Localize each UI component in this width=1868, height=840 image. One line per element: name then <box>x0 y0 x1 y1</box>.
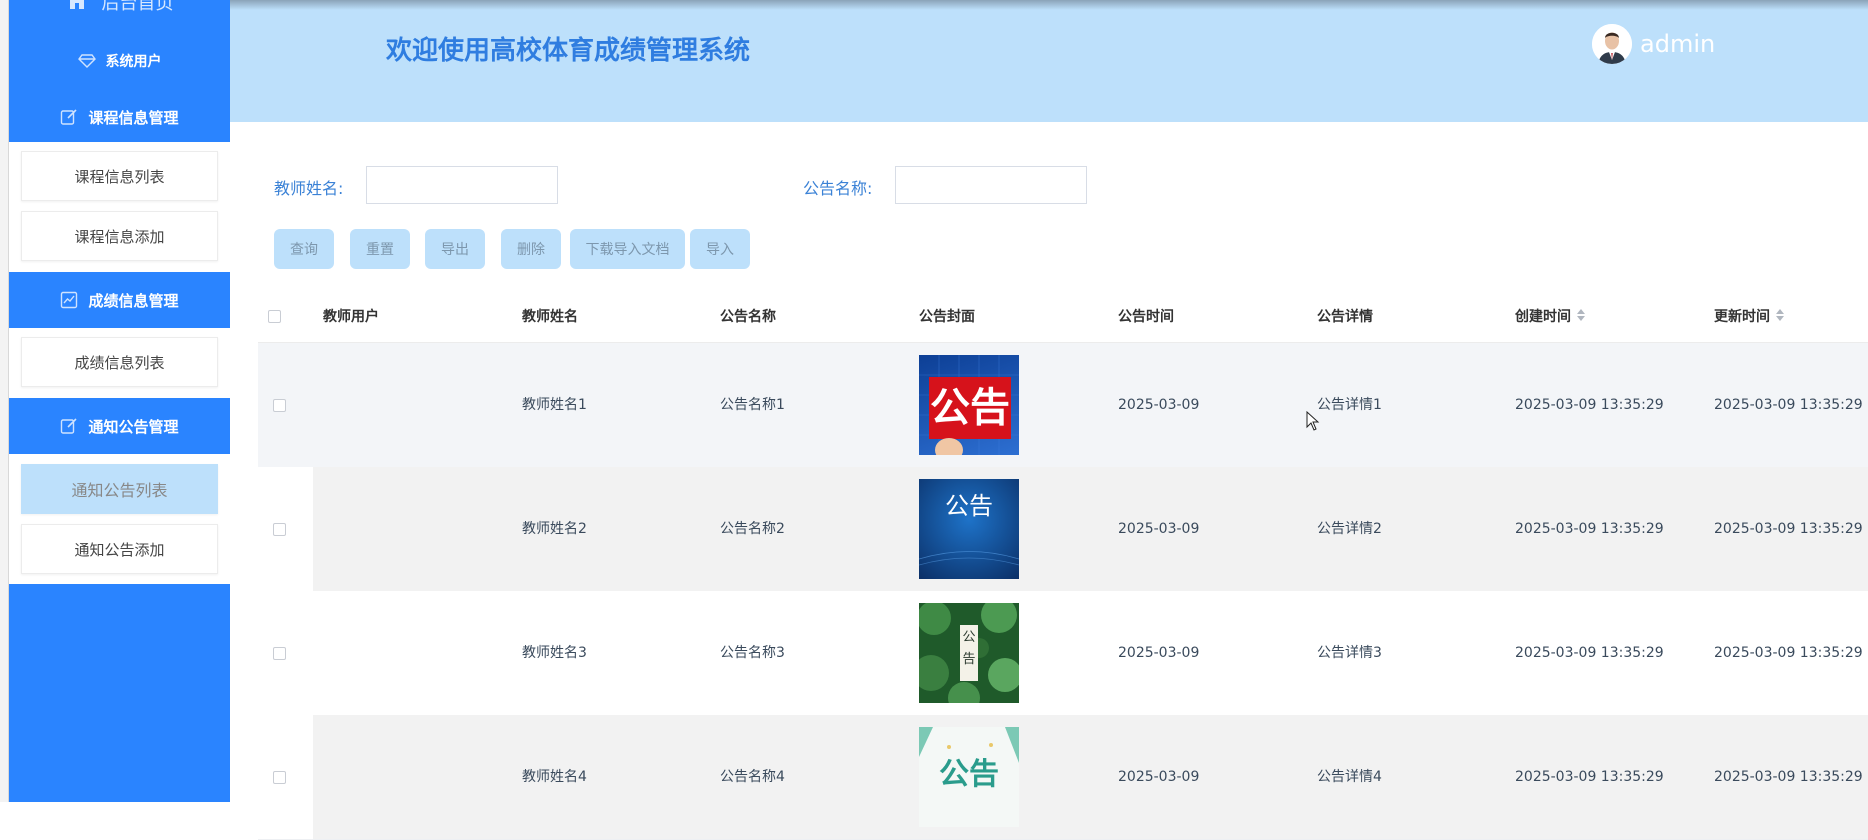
delete-button[interactable]: 删除 <box>501 229 561 269</box>
cell-created-time: 2025-03-09 13:35:29 <box>1515 769 1664 785</box>
col-notice-detail: 公告详情 <box>1317 309 1373 325</box>
notice-name-label: 公告名称: <box>803 179 873 198</box>
notice-cover-image[interactable]: 公告 <box>919 355 1019 455</box>
username: admin <box>1640 30 1716 58</box>
cell-notice-name: 公告名称3 <box>720 645 785 661</box>
table-row[interactable]: 教师姓名4 公告名称4 公告 2025-03-09 公告详情4 2025-03-… <box>258 715 1868 840</box>
download-template-button[interactable]: 下载导入文档 <box>570 229 685 269</box>
notice-name-input[interactable] <box>895 166 1087 204</box>
col-created-time[interactable]: 创建时间 <box>1515 292 1585 342</box>
sidebar-item-home[interactable]: 后台首页 <box>9 0 230 16</box>
cell-created-time: 2025-03-09 13:35:29 <box>1515 521 1664 537</box>
sidebar-item-label: 系统用户 <box>105 54 162 70</box>
notice-cover-image[interactable]: 公告 <box>919 727 1019 827</box>
notice-cover-image[interactable]: 公告 <box>919 603 1019 703</box>
score-submenu: 成绩信息列表 <box>9 328 230 398</box>
col-updated-label: 更新时间 <box>1714 309 1770 325</box>
cell-created-time: 2025-03-09 13:35:29 <box>1515 397 1664 413</box>
notice-cover-image[interactable]: 公告 <box>919 479 1019 579</box>
cell-notice-time: 2025-03-09 <box>1118 521 1200 537</box>
submenu-course-list[interactable]: 课程信息列表 <box>21 151 218 201</box>
row-checkbox[interactable] <box>273 771 286 784</box>
col-teacher-user: 教师用户 <box>323 309 379 325</box>
avatar <box>1592 24 1632 64</box>
cell-notice-time: 2025-03-09 <box>1118 769 1200 785</box>
cell-updated-time: 2025-03-09 13:35:29 <box>1714 645 1863 661</box>
table-row[interactable]: 教师姓名1 公告名称1 公告 2025-03-09 公告详情1 2025-03-… <box>258 343 1868 468</box>
submenu-course-add[interactable]: 课程信息添加 <box>21 211 218 261</box>
cell-updated-time: 2025-03-09 13:35:29 <box>1714 769 1863 785</box>
sidebar-item-score-management[interactable]: 成绩信息管理 <box>9 272 230 328</box>
col-notice-time: 公告时间 <box>1118 309 1174 325</box>
sidebar-item-label: 后台首页 <box>101 0 174 14</box>
submenu-notice-list[interactable]: 通知公告列表 <box>21 464 218 514</box>
row-checkbox[interactable] <box>273 647 286 660</box>
cell-teacher-name: 教师姓名2 <box>522 521 587 537</box>
mouse-cursor-icon <box>1306 410 1320 435</box>
table-row[interactable]: 教师姓名3 公告名称3 公告 2025-03-09 公告详情3 2025-03-… <box>258 591 1868 716</box>
import-button[interactable]: 导入 <box>690 229 750 269</box>
col-updated-time[interactable]: 更新时间 <box>1714 292 1784 342</box>
cell-notice-detail: 公告详情3 <box>1317 645 1382 661</box>
cell-created-time: 2025-03-09 13:35:29 <box>1515 645 1664 661</box>
submenu-notice-add[interactable]: 通知公告添加 <box>21 524 218 574</box>
sort-icon[interactable] <box>1776 308 1784 322</box>
cover-text: 公告 <box>962 630 976 667</box>
col-created-label: 创建时间 <box>1515 309 1571 325</box>
diamond-icon <box>77 52 96 70</box>
cell-teacher-name: 教师姓名3 <box>522 645 587 661</box>
cell-teacher-name: 教师姓名1 <box>522 397 587 413</box>
teacher-name-label: 教师姓名: <box>274 179 344 198</box>
col-notice-cover: 公告封面 <box>919 309 975 325</box>
col-teacher-name: 教师姓名 <box>522 309 578 325</box>
row-checkbox[interactable] <box>273 523 286 536</box>
cell-notice-name: 公告名称1 <box>720 397 785 413</box>
teacher-name-input[interactable] <box>366 166 558 204</box>
col-notice-name: 公告名称 <box>720 309 776 325</box>
export-button[interactable]: 导出 <box>425 229 485 269</box>
cell-updated-time: 2025-03-09 13:35:29 <box>1714 397 1863 413</box>
sidebar-item-notice-management[interactable]: 通知公告管理 <box>9 398 230 454</box>
user-menu[interactable]: admin <box>1592 24 1715 64</box>
cell-notice-time: 2025-03-09 <box>1118 645 1200 661</box>
sidebar-item-system-users[interactable]: 系统用户 <box>9 38 230 84</box>
table-row[interactable]: 教师姓名2 公告名称2 公告 2025-03-09 公告详情2 2025-03-… <box>258 467 1868 592</box>
row-checkbox[interactable] <box>273 399 286 412</box>
sidebar-item-label: 成绩信息管理 <box>88 291 179 310</box>
select-all-checkbox[interactable] <box>268 310 281 323</box>
cover-text: 公告 <box>945 492 993 520</box>
sidebar-item-label: 课程信息管理 <box>88 108 179 127</box>
cover-text: 公告 <box>939 757 999 792</box>
sort-icon[interactable] <box>1577 308 1585 322</box>
notice-submenu: 通知公告列表 通知公告添加 <box>9 454 230 584</box>
cell-notice-detail: 公告详情2 <box>1317 521 1382 537</box>
course-submenu: 课程信息列表 课程信息添加 <box>9 142 230 272</box>
sidebar-item-course-management[interactable]: 课程信息管理 <box>9 92 230 142</box>
table-header: 教师用户 教师姓名 公告名称 公告封面 公告时间 公告详情 创建时间 更新时间 <box>258 292 1868 343</box>
cell-notice-name: 公告名称4 <box>720 769 785 785</box>
chart-icon <box>60 291 78 309</box>
cover-text: 公告 <box>930 385 1010 431</box>
edit-icon <box>60 108 78 126</box>
sidebar-item-label: 通知公告管理 <box>88 417 179 436</box>
sidebar: 后台首页 系统用户 课程信息管理 课程信息列表 课程信息添加 成绩信息管理 成绩… <box>9 0 230 802</box>
edit-icon <box>60 417 78 435</box>
query-button[interactable]: 查询 <box>274 229 334 269</box>
page-title: 欢迎使用高校体育成绩管理系统 <box>386 36 751 66</box>
cell-notice-name: 公告名称2 <box>720 521 785 537</box>
submenu-score-list[interactable]: 成绩信息列表 <box>21 337 218 387</box>
cell-notice-time: 2025-03-09 <box>1118 397 1200 413</box>
cell-teacher-name: 教师姓名4 <box>522 769 587 785</box>
home-icon <box>66 0 88 15</box>
top-header: 欢迎使用高校体育成绩管理系统 admin <box>230 0 1868 122</box>
cell-notice-detail: 公告详情4 <box>1317 769 1382 785</box>
cell-notice-detail: 公告详情1 <box>1317 397 1382 413</box>
reset-button[interactable]: 重置 <box>350 229 410 269</box>
window-edge <box>0 0 9 802</box>
cell-updated-time: 2025-03-09 13:35:29 <box>1714 521 1863 537</box>
